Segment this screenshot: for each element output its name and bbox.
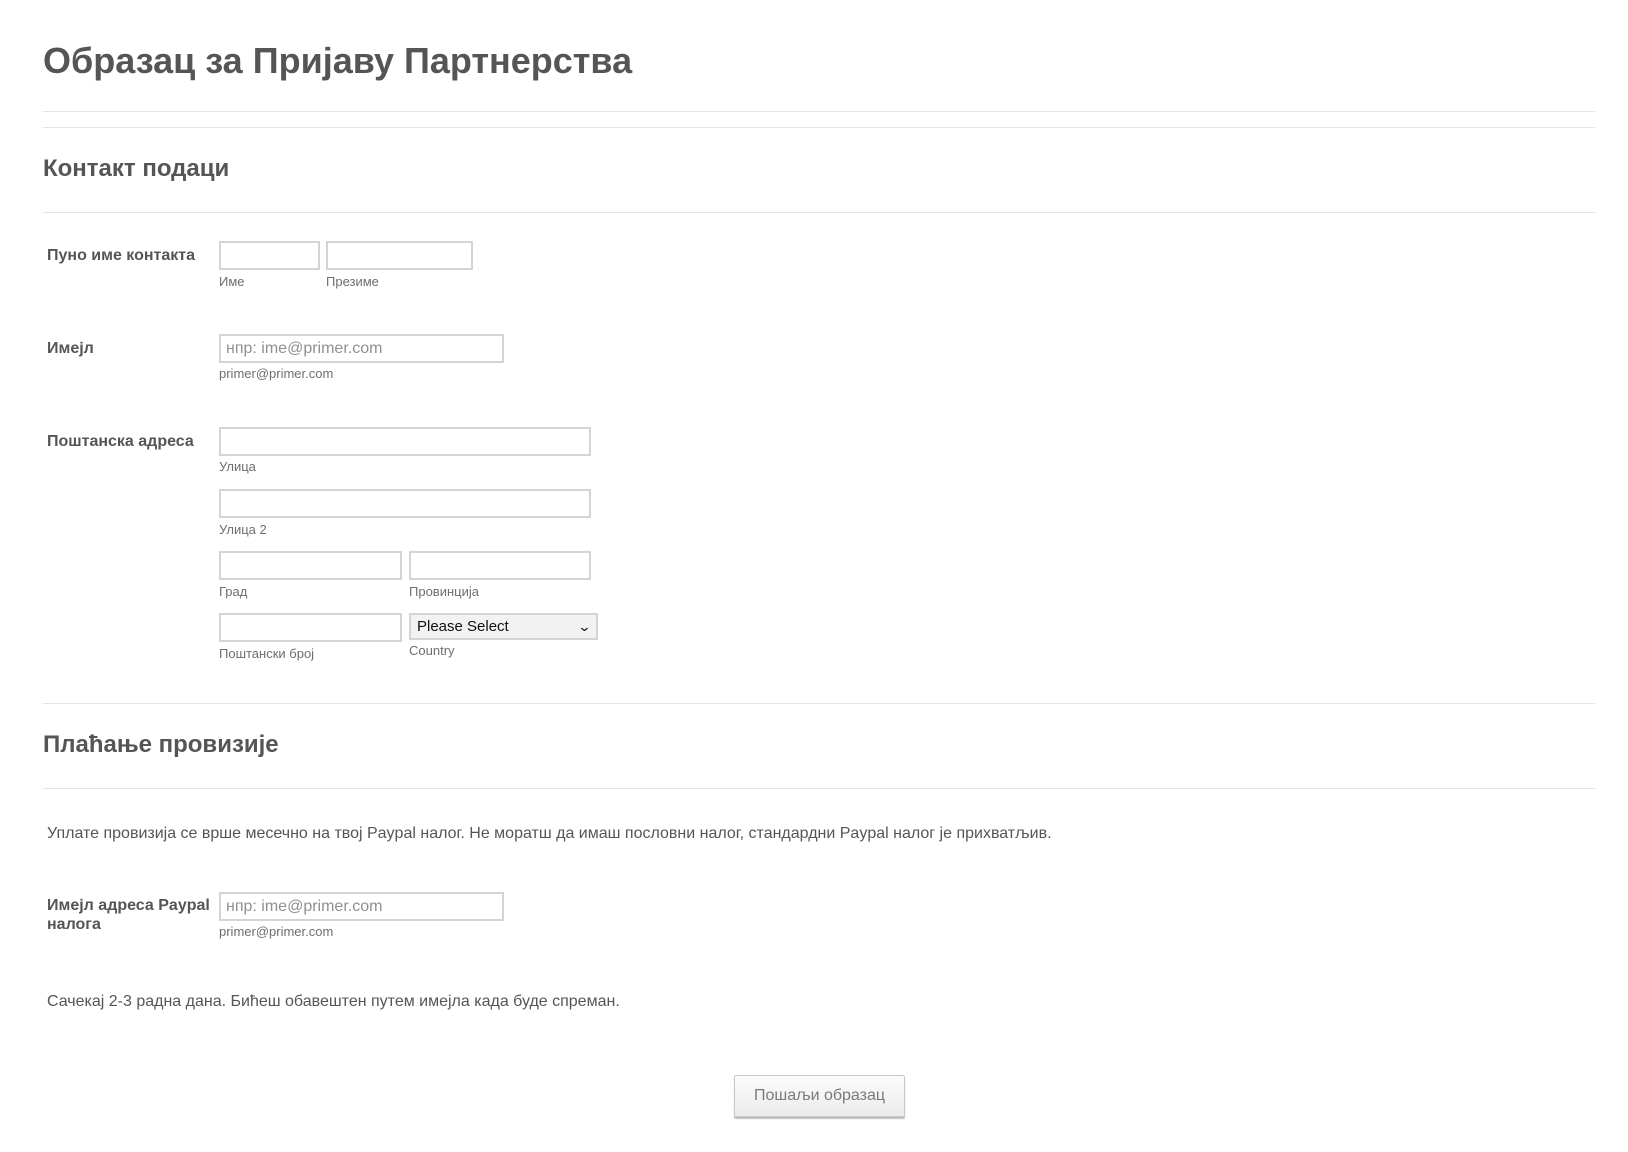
address-label: Поштанска адреса <box>47 433 194 450</box>
last-name-sublabel: Презиме <box>326 274 379 289</box>
city-input[interactable] <box>219 551 402 580</box>
submit-button[interactable]: Пошаљи образац <box>734 1075 905 1117</box>
chevron-down-icon: ⌄ <box>577 618 592 634</box>
country-sublabel: Country <box>409 643 455 658</box>
section-title-contact: Контакт подаци <box>43 155 230 182</box>
country-select-value: Please Select <box>417 618 509 635</box>
paypal-email-label: Имејл адреса Paypal налога <box>47 896 210 934</box>
divider <box>43 788 1595 789</box>
divider <box>43 212 1595 213</box>
paypal-email-label-line1: Имејл адреса Paypal <box>47 897 210 914</box>
street2-sublabel: Улица 2 <box>219 522 267 537</box>
full-name-label: Пуно име контакта <box>47 247 196 264</box>
last-name-input[interactable] <box>326 241 473 270</box>
form-title: Образац за Пријаву Партнерства <box>43 40 633 81</box>
postal-code-input[interactable] <box>219 613 402 642</box>
email-sublabel: primer@primer.com <box>219 366 334 381</box>
divider <box>43 703 1595 704</box>
country-select[interactable]: Please Select ⌄ <box>409 613 598 640</box>
divider <box>43 111 1595 112</box>
paypal-email-label-line2: налога <box>47 916 101 933</box>
city-sublabel: Град <box>219 584 248 599</box>
paypal-email-field[interactable] <box>219 892 504 921</box>
section-title-payment: Плаћање провизије <box>43 731 279 758</box>
wait-info-text: Сачекај 2-3 радна дана. Бићеш обавештен … <box>47 993 620 1010</box>
first-name-input[interactable] <box>219 241 320 270</box>
street-sublabel: Улица <box>219 459 256 474</box>
email-field[interactable] <box>219 334 504 363</box>
divider <box>43 127 1595 128</box>
first-name-sublabel: Име <box>219 274 245 289</box>
paypal-email-sublabel: primer@primer.com <box>219 924 334 939</box>
payment-info-text: Уплате провизија се врше месечно на твој… <box>47 825 1052 842</box>
province-sublabel: Провинција <box>409 584 479 599</box>
postal-code-sublabel: Поштански број <box>219 646 315 661</box>
province-input[interactable] <box>409 551 591 580</box>
street-input[interactable] <box>219 427 591 456</box>
email-label: Имејл <box>47 340 94 357</box>
street2-input[interactable] <box>219 489 591 518</box>
